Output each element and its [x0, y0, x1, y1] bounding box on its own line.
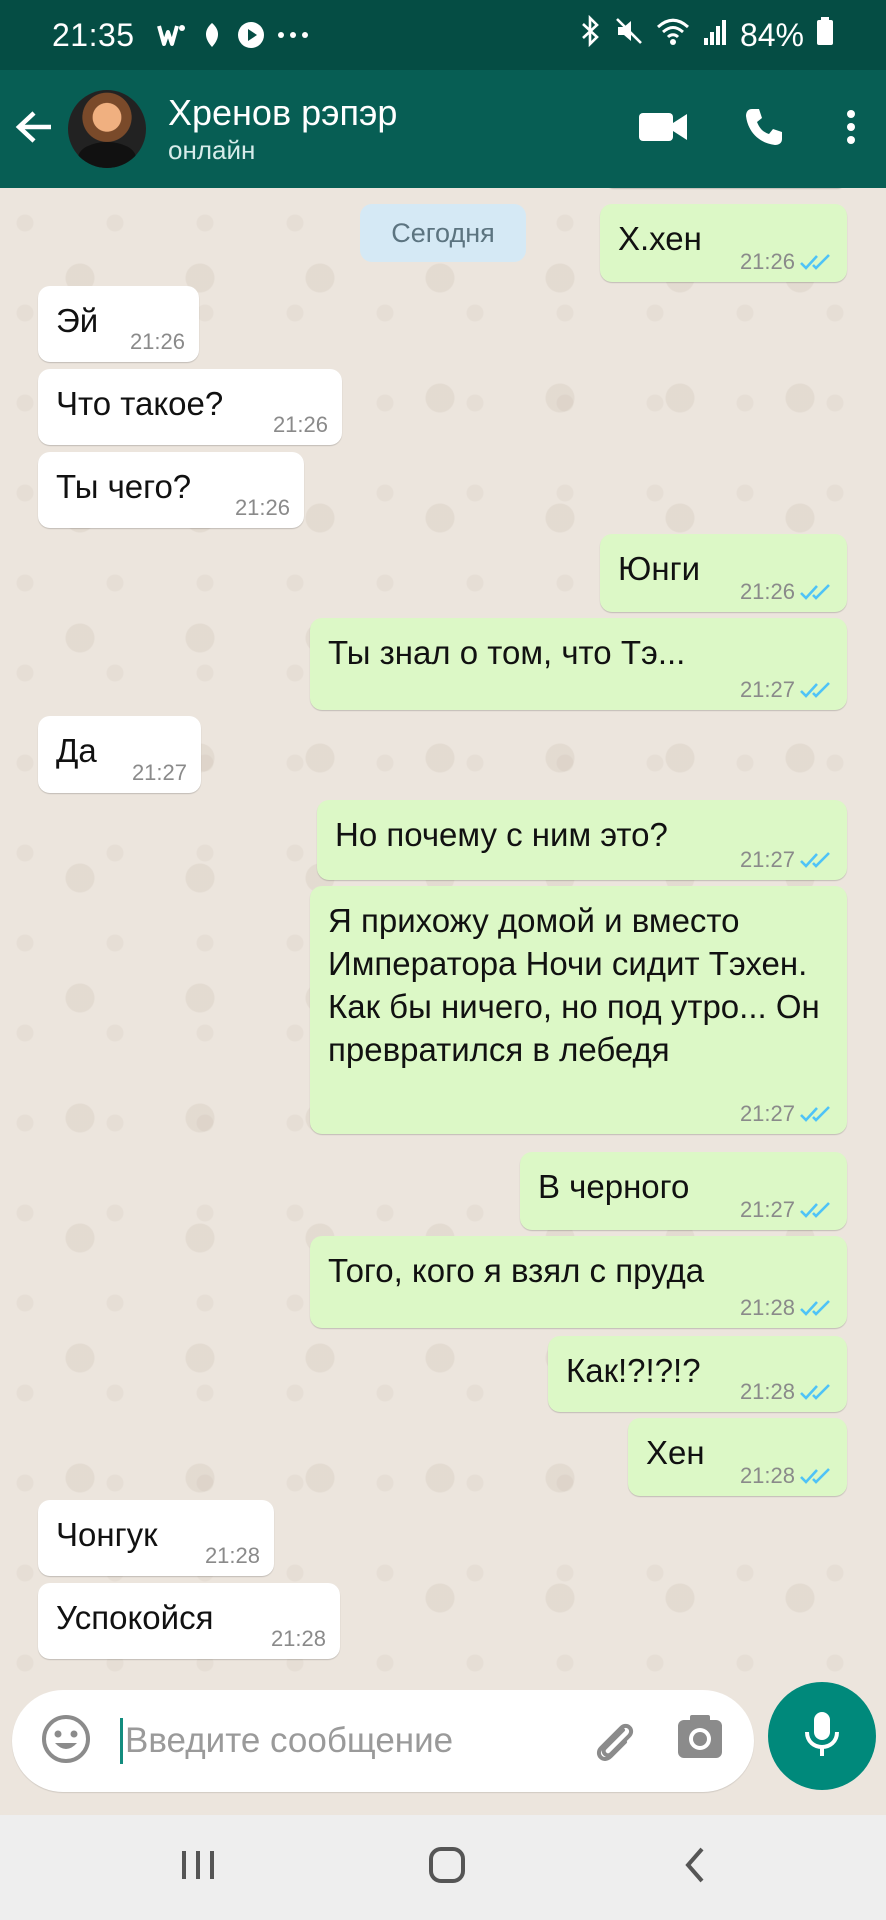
message-bubble[interactable]: Юнги 21:26 [600, 534, 847, 612]
double-check-icon [799, 583, 833, 601]
contact-info[interactable]: Хренов рэпэр онлайн [168, 92, 397, 166]
notification-leaf-icon [199, 21, 225, 49]
voice-call-button[interactable] [708, 70, 820, 188]
double-check-icon [799, 681, 833, 699]
message-time: 21:26 [129, 329, 185, 354]
message-time: 21:28 [739, 1379, 795, 1404]
arrow-left-icon [14, 109, 54, 150]
message-text: Хен [646, 1434, 705, 1471]
message-bubble[interactable]: Ты чего? 21:26 [38, 452, 304, 528]
double-check-icon [799, 1201, 833, 1219]
battery-icon [816, 16, 834, 54]
message-time: 21:28 [270, 1626, 326, 1651]
message-bubble[interactable]: Как!?!?!? 21:28 [548, 1336, 847, 1412]
video-call-button[interactable] [618, 70, 708, 188]
message-time: 21:27 [739, 847, 795, 872]
voice-record-button[interactable] [768, 1682, 876, 1790]
contact-avatar[interactable] [68, 90, 146, 168]
message-time: 21:28 [739, 1463, 795, 1488]
message-text: Ты чего? [56, 468, 192, 505]
more-vert-icon [846, 109, 856, 150]
bluetooth-icon [580, 14, 602, 55]
message-bubble[interactable]: Эй 21:26 [38, 286, 199, 362]
message-bubble[interactable]: Х.хен 21:26 [600, 204, 847, 282]
message-text: Того, кого я взял с пруда [328, 1252, 705, 1289]
message-text: Эй [56, 302, 99, 339]
message-bubble[interactable]: Ты знал о том, что Тэ... 21:27 [310, 618, 847, 710]
message-time: 21:26 [272, 412, 328, 437]
status-bar: 21:35 84% [0, 0, 886, 70]
more-options-button[interactable] [820, 70, 882, 188]
recent-apps-button[interactable] [180, 1845, 216, 1890]
message-bubble[interactable]: Но почему с ним это? 21:27 [317, 800, 847, 880]
double-check-icon [799, 851, 833, 869]
mute-icon [614, 16, 644, 54]
message-time: 21:26 [234, 495, 290, 520]
message-time: 21:28 [204, 1543, 260, 1568]
chat-header: Хренов рэпэр онлайн [0, 70, 886, 188]
message-time: 21:26 [739, 579, 795, 604]
battery-percent: 84% [739, 16, 804, 53]
message-bubble[interactable]: Чонгук 21:28 [38, 1500, 274, 1576]
emoji-button[interactable] [12, 1713, 120, 1770]
system-navigation-bar [0, 1815, 886, 1920]
message-time: 21:27 [131, 760, 187, 785]
double-check-icon [799, 1105, 833, 1123]
message-text: В черного [538, 1168, 690, 1205]
message-time: 21:27 [739, 1197, 795, 1222]
home-button[interactable] [427, 1845, 467, 1890]
message-time: 21:28 [739, 1295, 795, 1320]
message-text: Но почему с ним это? [335, 816, 668, 853]
message-text: Ты знал о том, что Тэ... [328, 634, 686, 671]
notification-play-icon [237, 21, 265, 49]
contact-name: Хренов рэпэр [168, 92, 398, 133]
message-text: Что такое? [56, 385, 224, 422]
contact-status: онлайн [168, 135, 256, 165]
message-text: Чонгук [56, 1516, 158, 1553]
phone-icon [743, 106, 785, 153]
message-text: Юнги [618, 550, 701, 587]
message-text: Как!?!?!? [566, 1352, 701, 1389]
double-check-icon [799, 1467, 833, 1485]
double-check-icon [799, 1299, 833, 1317]
wifi-icon [656, 17, 690, 54]
composer [12, 1690, 754, 1792]
message-bubble[interactable]: Да 21:27 [38, 716, 201, 793]
message-bubble[interactable]: В черного 21:27 [520, 1152, 847, 1230]
message-bubble[interactable]: Того, кого я взял с пруда 21:28 [310, 1236, 847, 1328]
message-time: 21:27 [739, 1101, 795, 1126]
message-list[interactable]: Сегодня Х.хен 21:26 Эй 21:26 Что такое? … [0, 188, 886, 1680]
camera-icon[interactable] [675, 1712, 725, 1767]
day-divider: Сегодня [360, 204, 526, 262]
status-app-icons [156, 21, 309, 49]
message-bubble[interactable]: Хен 21:28 [628, 1418, 847, 1496]
message-bubble[interactable]: Успокойся 21:28 [38, 1583, 340, 1659]
back-button[interactable] [0, 70, 68, 188]
status-time: 21:35 [52, 16, 135, 53]
message-text: Да [56, 732, 97, 769]
message-bubble[interactable]: Что такое? 21:26 [38, 369, 342, 445]
paperclip-icon[interactable] [587, 1714, 639, 1771]
back-nav-button[interactable] [680, 1845, 710, 1890]
double-check-icon [799, 253, 833, 271]
message-text: Я прихожу домой и вместо Императора Ночи… [328, 902, 820, 1068]
message-input[interactable] [120, 1718, 580, 1764]
message-time: 21:26 [739, 249, 795, 274]
composer-bar [0, 1680, 886, 1815]
signal-icon [702, 17, 728, 54]
message-text: Успокойся [56, 1599, 214, 1636]
message-text: Х.хен [618, 220, 702, 257]
notification-more-icon [277, 30, 309, 40]
message-time: 21:27 [739, 677, 795, 702]
microphone-icon [802, 1710, 842, 1763]
video-call-icon [637, 110, 689, 149]
notification-w-icon [156, 22, 187, 48]
message-bubble[interactable]: Я прихожу домой и вместо Императора Ночи… [310, 886, 847, 1134]
emoji-icon [40, 1713, 92, 1770]
double-check-icon [799, 1383, 833, 1401]
